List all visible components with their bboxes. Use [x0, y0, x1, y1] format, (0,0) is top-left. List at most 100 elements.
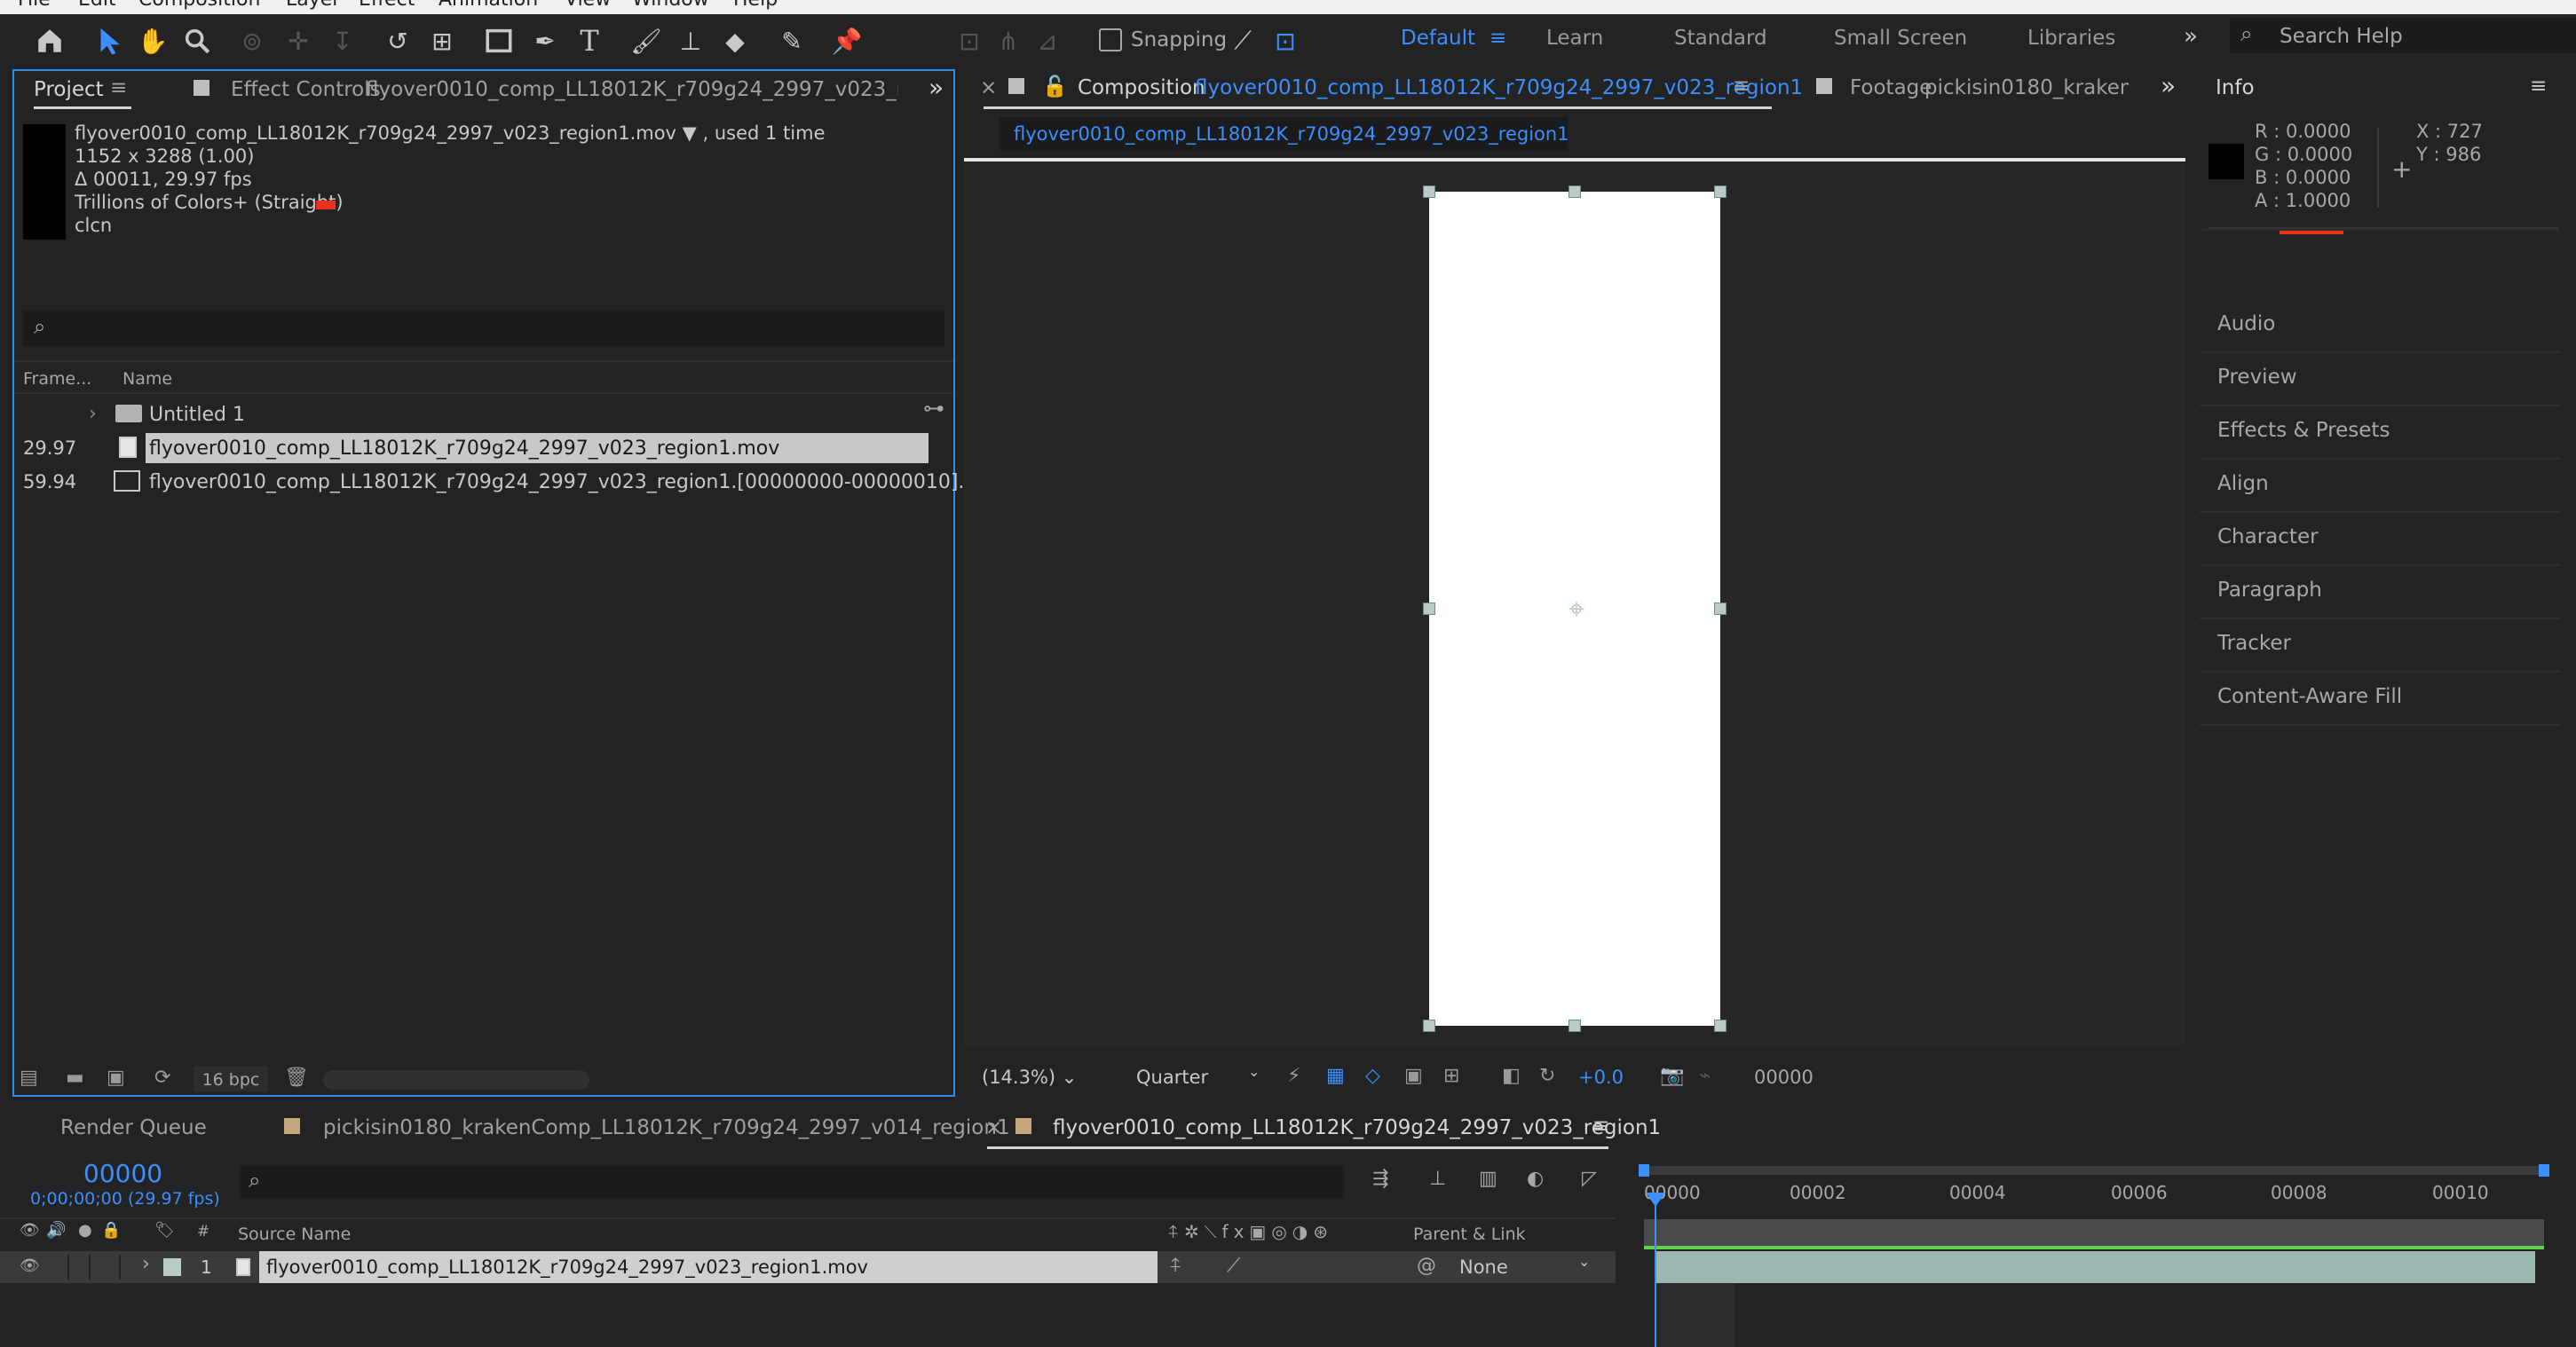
selection-tool-icon[interactable]	[91, 23, 126, 59]
draft-3d-icon[interactable]: ⊥	[1429, 1168, 1446, 1190]
workspace-default[interactable]: Default	[1401, 27, 1475, 50]
composition-flowchart-icon[interactable]: ⇶	[1372, 1168, 1388, 1190]
panel-preview[interactable]: Preview	[2217, 366, 2297, 389]
axis-tool-icon[interactable]: ⋔	[991, 23, 1026, 59]
layer-name[interactable]: flyover0010_comp_LL18012K_r709g24_2997_v…	[259, 1251, 1158, 1283]
col-source-name[interactable]: Source Name	[238, 1225, 351, 1244]
fast-previews-icon[interactable]: ⚡	[1287, 1065, 1300, 1087]
rectangle-tool-icon[interactable]	[481, 23, 517, 59]
menu-effect[interactable]: Effect	[359, 0, 415, 11]
table-row[interactable]: 👁 › 1 flyover0010_comp_LL18012K_r709g24_…	[0, 1251, 1616, 1283]
eraser-tool-icon[interactable]: ◆	[717, 23, 753, 59]
playhead-line[interactable]	[1655, 1198, 1656, 1347]
close-tab-icon[interactable]: ×	[980, 76, 997, 99]
resolution-dropdown[interactable]: Quarter ⌄	[1124, 1063, 1271, 1091]
panel-overflow-icon[interactable]: »	[2161, 71, 2176, 100]
lock-icon[interactable]: 🔓	[1042, 75, 1068, 98]
layer-expand-chevron-icon[interactable]: ›	[142, 1253, 150, 1275]
panel-tracker[interactable]: Tracker	[2217, 632, 2291, 655]
hand-tool-icon[interactable]: ✋	[135, 23, 170, 59]
comp-menu-icon[interactable]: ≡	[1733, 75, 1750, 98]
menu-file[interactable]: File	[18, 0, 51, 11]
tab-footage[interactable]: Footage	[1850, 76, 1932, 99]
layer-visibility-eye-icon[interactable]: 👁	[20, 1256, 40, 1275]
snap-edges-icon[interactable]: ⟋	[1225, 23, 1260, 59]
list-item[interactable]: 59.94 flyover0010_comp_LL18012K_r709g24_…	[14, 465, 991, 499]
tab-composition[interactable]: Composition	[1078, 76, 1205, 99]
project-search-input[interactable]: ⌕	[23, 311, 944, 346]
show-snapshot-icon[interactable]: ⌁	[1699, 1065, 1711, 1087]
timeline-timecode[interactable]: 00000	[83, 1159, 162, 1188]
workspace-libraries[interactable]: Libraries	[2027, 27, 2115, 50]
info-menu-icon[interactable]: ≡	[2530, 75, 2547, 98]
layer-duration-bar[interactable]	[1656, 1251, 2535, 1283]
col-name[interactable]: Name	[122, 369, 172, 389]
current-timecode[interactable]: 00000	[1754, 1067, 1813, 1088]
shy-switch-icon[interactable]: ⍏	[1170, 1255, 1181, 1277]
close-tab-icon[interactable]: ×	[985, 1116, 1002, 1139]
workspace-menu-icon[interactable]: ≡	[1489, 27, 1506, 50]
transform-handle[interactable]	[1569, 1020, 1581, 1032]
panel-overflow-icon[interactable]: »	[928, 73, 944, 102]
brush-tool-icon[interactable]: 🖌	[628, 23, 664, 59]
menu-window[interactable]: Window	[632, 0, 709, 11]
snap-features-icon[interactable]: ⊡	[1268, 23, 1303, 59]
exposure-value[interactable]: +0.0	[1578, 1067, 1624, 1088]
interpret-footage-icon[interactable]: ▤	[20, 1067, 38, 1089]
panel-audio[interactable]: Audio	[2217, 312, 2275, 335]
motion-blur-icon[interactable]: ◐	[1527, 1168, 1544, 1190]
tab-kraken-comp[interactable]: pickisin0180_krakenComp_LL18012K_r709g24…	[323, 1116, 1010, 1139]
transform-handle[interactable]	[1714, 1020, 1727, 1032]
align-tool-icon[interactable]: ⊡	[952, 23, 987, 59]
tab-render-queue[interactable]: Render Queue	[60, 1116, 207, 1139]
graph-editor-icon[interactable]: ◸	[1582, 1168, 1597, 1190]
menu-composition[interactable]: Composition	[138, 0, 260, 11]
menu-help[interactable]: Help	[733, 0, 778, 11]
mask-visibility-icon[interactable]: ◇	[1365, 1065, 1380, 1087]
world-axis-icon[interactable]: ⊿	[1030, 23, 1065, 59]
trash-icon[interactable]: 🗑	[284, 1067, 309, 1089]
anchor-point-tool-icon[interactable]: ⊞	[424, 23, 460, 59]
pan-camera-icon[interactable]: ✛	[281, 23, 316, 59]
type-tool-icon[interactable]: T	[572, 23, 607, 59]
list-item[interactable]: › Untitled 1	[14, 398, 928, 431]
list-item[interactable]: 29.97 flyover0010_comp_LL18012K_r709g24_…	[14, 431, 928, 465]
transform-handle[interactable]	[1714, 603, 1727, 615]
timeline-search-input[interactable]: ⌕	[240, 1166, 1344, 1198]
transform-handle[interactable]	[1423, 1020, 1435, 1032]
panel-paragraph[interactable]: Paragraph	[2217, 579, 2322, 602]
timeline-menu-icon[interactable]: ≡	[1592, 1115, 1609, 1138]
time-navigator[interactable]	[1644, 1166, 2544, 1175]
anchor-point-icon[interactable]: ⌖	[1561, 593, 1592, 625]
work-area-bar[interactable]	[1644, 1219, 2544, 1246]
menu-edit[interactable]: Edit	[78, 0, 116, 11]
menu-layer[interactable]: Layer	[286, 0, 340, 11]
region-of-interest-icon[interactable]: ▣	[1404, 1065, 1423, 1087]
channel-icon[interactable]: ◧	[1502, 1065, 1521, 1087]
transform-handle[interactable]	[1423, 603, 1435, 615]
transform-handle[interactable]	[1714, 185, 1727, 198]
menu-view[interactable]: View	[565, 0, 611, 11]
tab-flyover-comp[interactable]: flyover0010_comp_LL18012K_r709g24_2997_v…	[1053, 1116, 1661, 1139]
tab-effect-controls[interactable]: Effect Controls	[231, 78, 381, 101]
orbit-camera-icon[interactable]: ⊚	[234, 23, 270, 59]
zoom-tool-icon[interactable]	[179, 23, 215, 59]
snapping-checkbox[interactable]	[1099, 28, 1122, 51]
tab-project[interactable]: Project	[34, 78, 104, 101]
playhead-icon[interactable]	[1646, 1193, 1665, 1207]
clone-stamp-tool-icon[interactable]: ⊥	[673, 23, 708, 59]
comp-subtab[interactable]: flyover0010_comp_LL18012K_r709g24_2997_v…	[1000, 117, 1569, 151]
pen-tool-icon[interactable]: ✒	[527, 23, 563, 59]
panel-character[interactable]: Character	[2217, 525, 2319, 548]
workspace-standard[interactable]: Standard	[1674, 27, 1767, 50]
snapshot-camera-icon[interactable]: 📷	[1660, 1065, 1684, 1087]
layer-audio-toggle[interactable]	[67, 1255, 91, 1280]
menu-animation[interactable]: Animation	[439, 0, 538, 11]
search-help-field[interactable]: ⌕ Search Help	[2230, 18, 2576, 53]
col-parent-link[interactable]: Parent & Link	[1413, 1225, 1526, 1244]
workspace-small-screen[interactable]: Small Screen	[1834, 27, 1967, 50]
panel-align[interactable]: Align	[2217, 472, 2269, 495]
roto-brush-tool-icon[interactable]: ✎	[774, 23, 810, 59]
layer-label-color[interactable]	[163, 1258, 181, 1276]
transparency-grid-icon[interactable]: ▦	[1326, 1065, 1345, 1087]
